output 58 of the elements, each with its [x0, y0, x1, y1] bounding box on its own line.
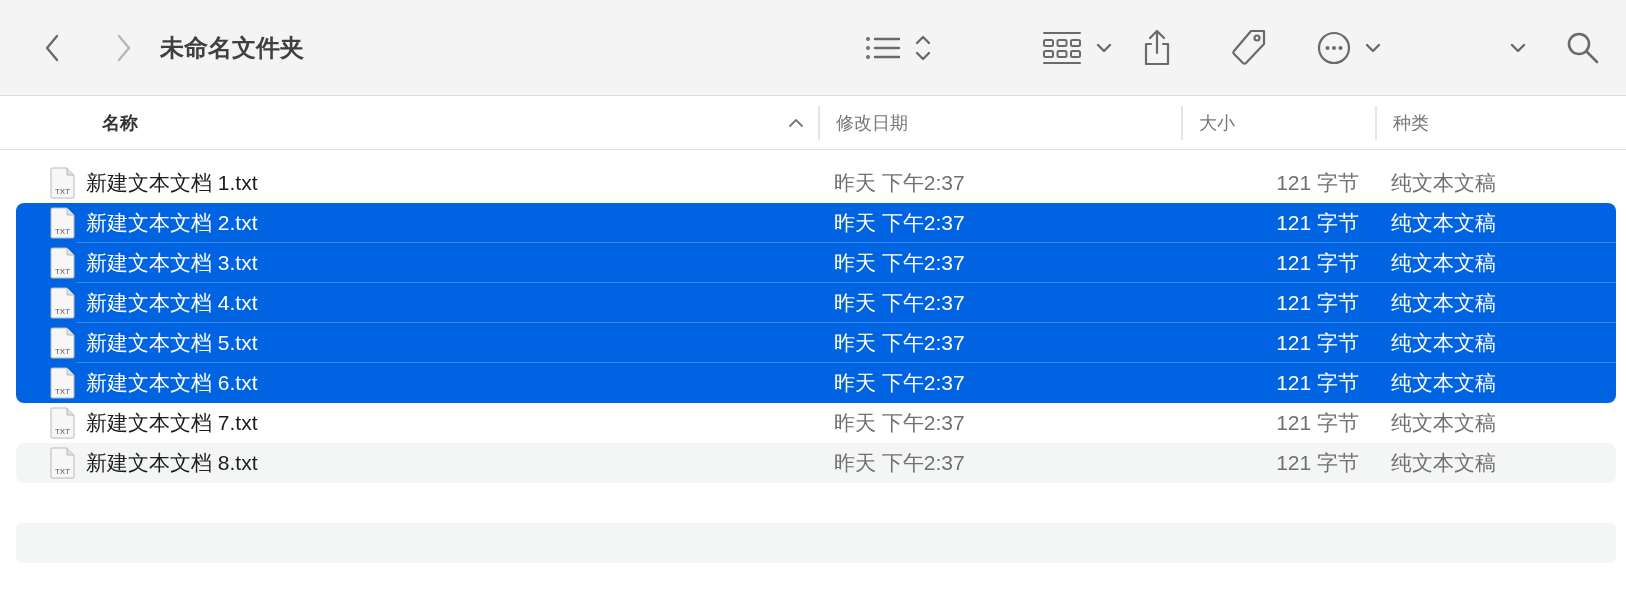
file-kind: 纯文本文稿 — [1390, 290, 1497, 316]
text-file-icon: TXT — [50, 287, 76, 319]
file-name: 新建文本文档 3.txt — [86, 250, 259, 276]
modified-date: 昨天 下午2:37 — [833, 290, 966, 316]
text-file-icon: TXT — [50, 207, 76, 239]
file-size: 121 字节 — [1275, 290, 1360, 316]
modified-date: 昨天 下午2:37 — [833, 250, 966, 276]
text-file-icon: TXT — [50, 407, 76, 439]
column-header[interactable]: 名称 — [86, 105, 818, 140]
file-row[interactable]: TXT 新建文本文档 6.txt 昨天 下午2:37 121 字节 纯文本文稿 — [16, 363, 1616, 403]
file-size: 121 字节 — [1275, 330, 1360, 356]
modified-date: 昨天 下午2:37 — [833, 370, 966, 396]
column-header[interactable]: 种类 — [1375, 105, 1626, 140]
file-size: 121 字节 — [1275, 370, 1360, 396]
file-size: 121 字节 — [1275, 410, 1360, 436]
chevron-right-icon — [116, 33, 132, 62]
file-kind: 纯文本文稿 — [1390, 370, 1497, 396]
text-file-icon: TXT — [50, 447, 76, 479]
text-file-icon: TXT — [50, 167, 76, 199]
file-row[interactable]: TXT 新建文本文档 1.txt 昨天 下午2:37 121 字节 纯文本文稿 — [16, 163, 1616, 203]
file-size: 121 字节 — [1275, 210, 1360, 236]
file-size: 121 字节 — [1275, 450, 1360, 476]
file-row[interactable]: TXT 新建文本文档 7.txt 昨天 下午2:37 121 字节 纯文本文稿 — [16, 403, 1616, 443]
file-row[interactable]: TXT 新建文本文档 4.txt 昨天 下午2:37 121 字节 纯文本文稿 — [16, 283, 1616, 323]
column-header[interactable]: 大小 — [1181, 105, 1375, 140]
file-kind: 纯文本文稿 — [1390, 210, 1497, 236]
text-file-icon: TXT — [50, 367, 76, 399]
modified-date: 昨天 下午2:37 — [833, 450, 966, 476]
file-size: 121 字节 — [1275, 250, 1360, 276]
file-name: 新建文本文档 4.txt — [86, 290, 259, 316]
modified-date: 昨天 下午2:37 — [833, 170, 966, 196]
chevron-left-icon — [44, 33, 60, 62]
modified-date: 昨天 下午2:37 — [833, 410, 966, 436]
search-button[interactable] — [1566, 30, 1600, 65]
file-row[interactable]: TXT 新建文本文档 3.txt 昨天 下午2:37 121 字节 纯文本文稿 — [16, 243, 1616, 283]
file-kind: 纯文本文稿 — [1390, 250, 1497, 276]
file-kind: 纯文本文稿 — [1390, 330, 1497, 356]
file-name: 新建文本文档 7.txt — [86, 410, 259, 436]
file-kind: 纯文本文稿 — [1390, 170, 1497, 196]
chevron-down-button[interactable] — [1509, 41, 1527, 54]
window-title: 未命名文件夹 — [160, 32, 304, 63]
sort-caret-icon — [788, 117, 804, 128]
file-kind: 纯文本文稿 — [1390, 450, 1497, 476]
file-name: 新建文本文档 5.txt — [86, 330, 259, 356]
file-row[interactable]: TXT 新建文本文档 2.txt 昨天 下午2:37 121 字节 纯文本文稿 — [16, 203, 1616, 243]
column-header[interactable]: 修改日期 — [818, 105, 1181, 140]
file-name: 新建文本文档 2.txt — [86, 210, 259, 236]
file-kind: 纯文本文稿 — [1390, 410, 1497, 436]
text-file-icon: TXT — [50, 247, 76, 279]
file-name: 新建文本文档 1.txt — [86, 170, 259, 196]
text-file-icon: TXT — [50, 327, 76, 359]
modified-date: 昨天 下午2:37 — [833, 330, 966, 356]
file-name: 新建文本文档 8.txt — [86, 450, 259, 476]
modified-date: 昨天 下午2:37 — [833, 210, 966, 236]
file-row[interactable]: TXT 新建文本文档 5.txt 昨天 下午2:37 121 字节 纯文本文稿 — [16, 323, 1616, 363]
file-row[interactable]: TXT 新建文本文档 8.txt 昨天 下午2:37 121 字节 纯文本文稿 — [16, 443, 1616, 483]
file-size: 121 字节 — [1275, 170, 1360, 196]
file-name: 新建文本文档 6.txt — [86, 370, 259, 396]
